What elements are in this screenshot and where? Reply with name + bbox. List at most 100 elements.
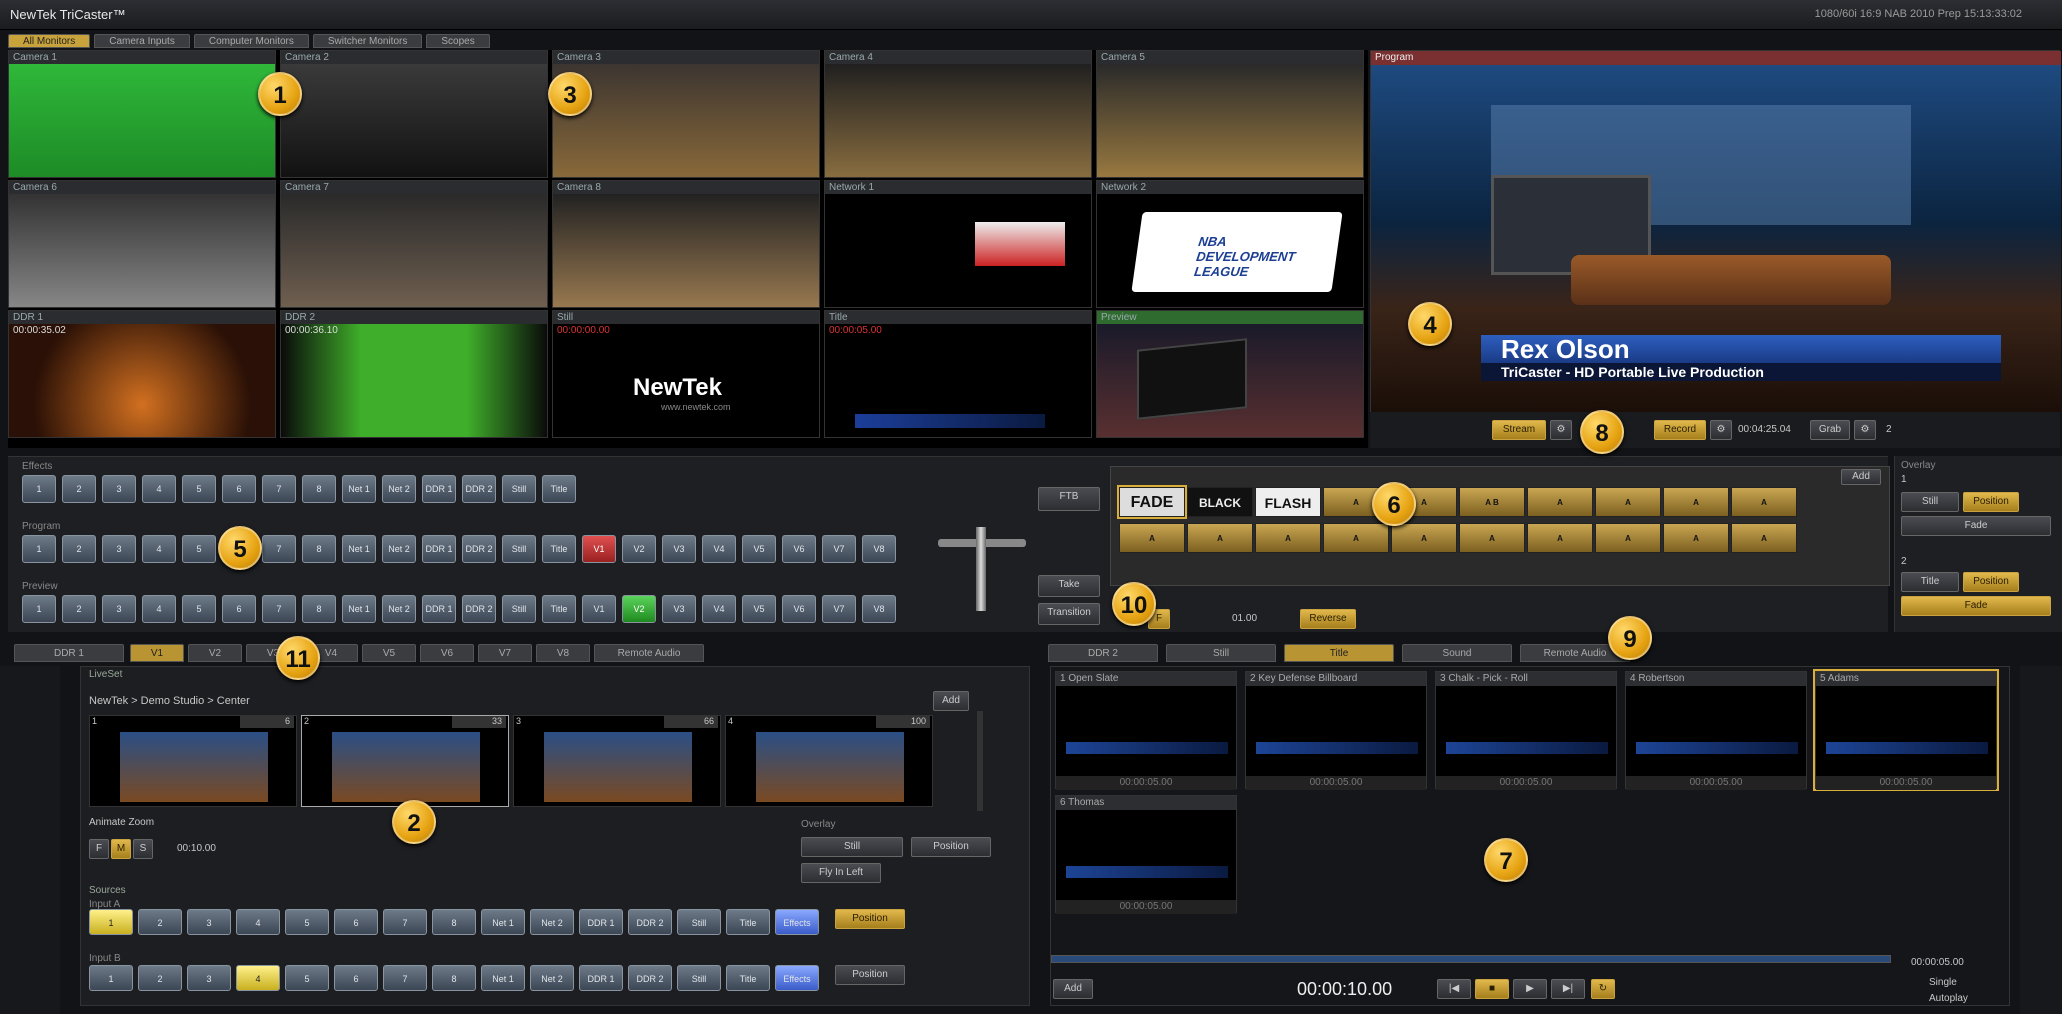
playhead-scrubber[interactable] [1051, 955, 1891, 963]
playlist-strip[interactable] [2020, 666, 2062, 1014]
tab-all-monitors[interactable]: All Monitors [8, 34, 91, 48]
input-a-source-button[interactable]: 6 [334, 909, 378, 935]
effects-source-button[interactable]: DDR 1 [422, 475, 456, 503]
media-clip[interactable]: 2 Key Defense Billboard 00:00:05.00 [1245, 671, 1427, 790]
input-b-source-button[interactable]: Net 1 [481, 965, 525, 991]
media-clip[interactable]: 6 Thomas 00:00:05.00 [1055, 795, 1237, 914]
effects-source-button[interactable]: 7 [262, 475, 296, 503]
effects-source-button[interactable]: DDR 2 [462, 475, 496, 503]
preview-source-button[interactable]: 5 [182, 595, 216, 623]
liveset-overlay-position[interactable]: Position [911, 837, 991, 857]
input-b-source-button[interactable]: DDR 2 [628, 965, 672, 991]
monitor-camera-7[interactable]: Camera 7 [280, 180, 548, 308]
program-source-button[interactable]: 2 [62, 535, 96, 563]
input-a-source-button[interactable]: Title [726, 909, 770, 935]
input-a-position[interactable]: Position [835, 909, 905, 929]
overlay-position-button[interactable]: Position [1963, 492, 2019, 512]
input-b-source-button[interactable]: Still [677, 965, 721, 991]
preset-thumbnail-strip[interactable] [0, 666, 60, 1014]
program-monitor[interactable]: Program Rex Olson TriCaster - HD Portabl… [1370, 50, 2061, 448]
effects-source-button[interactable]: 1 [22, 475, 56, 503]
input-b-position[interactable]: Position [835, 965, 905, 985]
transition-tile[interactable]: A [1731, 523, 1797, 553]
preview-source-button[interactable]: 3 [102, 595, 136, 623]
input-b-source-button[interactable]: 8 [432, 965, 476, 991]
program-source-button[interactable]: 8 [302, 535, 336, 563]
record-button[interactable]: Record [1654, 420, 1706, 440]
preview-source-button[interactable]: V6 [782, 595, 816, 623]
grab-settings-icon[interactable]: ⚙ [1854, 420, 1876, 440]
media-clip[interactable]: 5 Adams 00:00:05.00 [1813, 669, 1999, 791]
transition-tile[interactable]: A [1527, 487, 1593, 517]
preview-source-button[interactable]: 2 [62, 595, 96, 623]
input-b-source-button[interactable]: DDR 1 [579, 965, 623, 991]
transition-tile[interactable]: A B [1459, 487, 1525, 517]
input-b-source-button[interactable]: 5 [285, 965, 329, 991]
tab-sound[interactable]: Sound [1402, 644, 1512, 662]
input-a-source-button[interactable]: Effects [775, 909, 819, 935]
monitor-ddr-2[interactable]: DDR 2 00:00:36.10 [280, 310, 548, 438]
input-a-source-button[interactable]: 3 [187, 909, 231, 935]
effects-source-button[interactable]: Still [502, 475, 536, 503]
monitor-camera-3[interactable]: Camera 3 [552, 50, 820, 178]
monitor-camera-6[interactable]: Camera 6 [8, 180, 276, 308]
grab-button[interactable]: Grab [1810, 420, 1850, 440]
effects-source-button[interactable]: Title [542, 475, 576, 503]
tab-computer-monitors[interactable]: Computer Monitors [193, 34, 309, 48]
preset-thumbnail[interactable]: 16 [89, 715, 297, 807]
single-label[interactable]: Single [1929, 977, 1957, 988]
record-settings-icon[interactable]: ⚙ [1710, 420, 1732, 440]
input-a-source-button[interactable]: 2 [138, 909, 182, 935]
transition-tile[interactable]: A [1663, 523, 1729, 553]
next-clip-icon[interactable]: ▶| [1551, 979, 1585, 999]
preview-source-button[interactable]: Title [542, 595, 576, 623]
stream-settings-icon[interactable]: ⚙ [1550, 420, 1572, 440]
preset-thumbnail[interactable]: 2 33 [301, 715, 509, 807]
monitor-camera-8[interactable]: Camera 8 [552, 180, 820, 308]
tab-v1[interactable]: V1 [130, 644, 184, 662]
preview-source-button[interactable]: 6 [222, 595, 256, 623]
effects-source-button[interactable]: Net 1 [342, 475, 376, 503]
transition-tile[interactable]: A [1731, 487, 1797, 517]
preview-source-button[interactable]: V1 [582, 595, 616, 623]
transition-button[interactable]: Transition [1038, 603, 1100, 625]
transition-tile[interactable]: A [1391, 523, 1457, 553]
speed-m[interactable]: M [111, 839, 131, 859]
monitor-still[interactable]: Still NewTek www.newtek.com 00:00:00.00 [552, 310, 820, 438]
overlay-source-select[interactable]: Still [1901, 492, 1959, 512]
program-source-button[interactable]: DDR 1 [422, 535, 456, 563]
preview-source-button[interactable]: Net 2 [382, 595, 416, 623]
transition-tile[interactable]: BLACK [1187, 487, 1253, 517]
liveset-overlay-fly[interactable]: Fly In Left [801, 863, 881, 883]
program-source-button[interactable]: 7 [262, 535, 296, 563]
monitor-camera-1[interactable]: Camera 1 [8, 50, 276, 178]
program-source-button[interactable]: V3 [662, 535, 696, 563]
program-source-button[interactable]: 4 [142, 535, 176, 563]
transition-tile[interactable]: A [1119, 523, 1185, 553]
input-a-source-button[interactable]: Still [677, 909, 721, 935]
effects-source-button[interactable]: 2 [62, 475, 96, 503]
tab-v5[interactable]: V5 [362, 644, 416, 662]
input-b-source-button[interactable]: Effects [775, 965, 819, 991]
program-source-button[interactable]: Net 2 [382, 535, 416, 563]
program-source-button[interactable]: V4 [702, 535, 736, 563]
monitor-network-2[interactable]: Network 2 NBA DEVELOPMENT LEAGUE [1096, 180, 1364, 308]
tab-remote-audio[interactable]: Remote Audio [594, 644, 704, 662]
transition-tile[interactable]: A [1459, 523, 1525, 553]
program-source-button[interactable]: 3 [102, 535, 136, 563]
program-source-button[interactable]: V1 [582, 535, 616, 563]
tab-switcher-monitors[interactable]: Switcher Monitors [312, 34, 423, 48]
monitor-camera-4[interactable]: Camera 4 [824, 50, 1092, 178]
preview-source-button[interactable]: DDR 2 [462, 595, 496, 623]
play-icon[interactable]: ▶ [1513, 979, 1547, 999]
program-source-button[interactable]: V7 [822, 535, 856, 563]
take-button[interactable]: Take [1038, 575, 1100, 597]
liveset-breadcrumb[interactable]: NewTek > Demo Studio > Center [89, 695, 250, 707]
media-clip[interactable]: 1 Open Slate 00:00:05.00 [1055, 671, 1237, 790]
program-source-button[interactable]: V6 [782, 535, 816, 563]
transition-tile[interactable]: A [1527, 523, 1593, 553]
tab-ddr-2[interactable]: DDR 2 [1048, 644, 1158, 662]
effects-source-button[interactable]: 3 [102, 475, 136, 503]
ftb-button[interactable]: FTB [1038, 487, 1100, 511]
input-b-source-button[interactable]: 2 [138, 965, 182, 991]
